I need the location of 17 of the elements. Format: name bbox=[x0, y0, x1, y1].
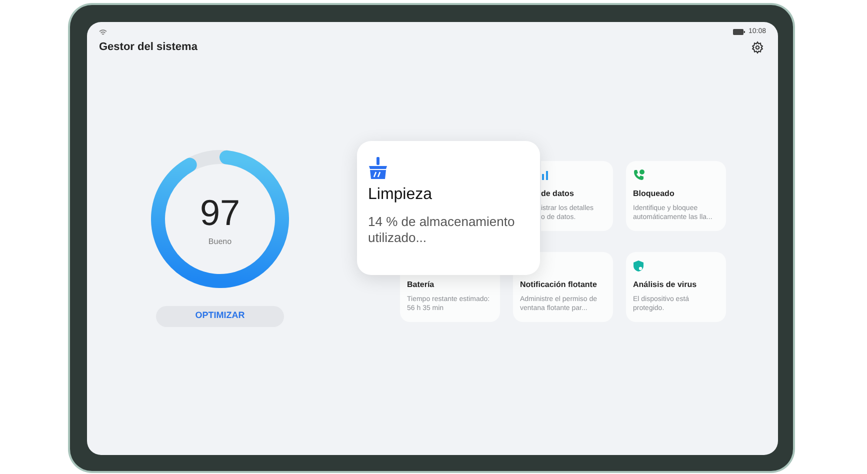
phone-icon bbox=[633, 168, 645, 180]
page-title: Gestor del sistema bbox=[99, 40, 198, 55]
card-description: 14 % de almacenamiento utilizado... bbox=[368, 214, 516, 246]
battery-icon bbox=[733, 29, 746, 35]
card-title: Batería bbox=[407, 278, 436, 290]
score-value: 97 bbox=[200, 195, 240, 231]
wifi-icon bbox=[99, 28, 107, 36]
card-title: Limpieza bbox=[368, 185, 434, 205]
optimize-button[interactable]: OPTIMIZAR bbox=[156, 306, 284, 326]
card-title: de datos bbox=[541, 188, 575, 200]
settings-icon[interactable] bbox=[751, 40, 764, 54]
score-label: Bueno bbox=[208, 236, 232, 248]
card-title: Bloqueado bbox=[633, 188, 676, 200]
card-title: Notificación flotante bbox=[520, 278, 598, 290]
card-title: Análisis de virus bbox=[633, 278, 698, 290]
shield-icon bbox=[633, 260, 644, 272]
cleanup-tooltip[interactable]: Limpieza 14 % de almacenamiento utilizado... bbox=[357, 141, 540, 275]
